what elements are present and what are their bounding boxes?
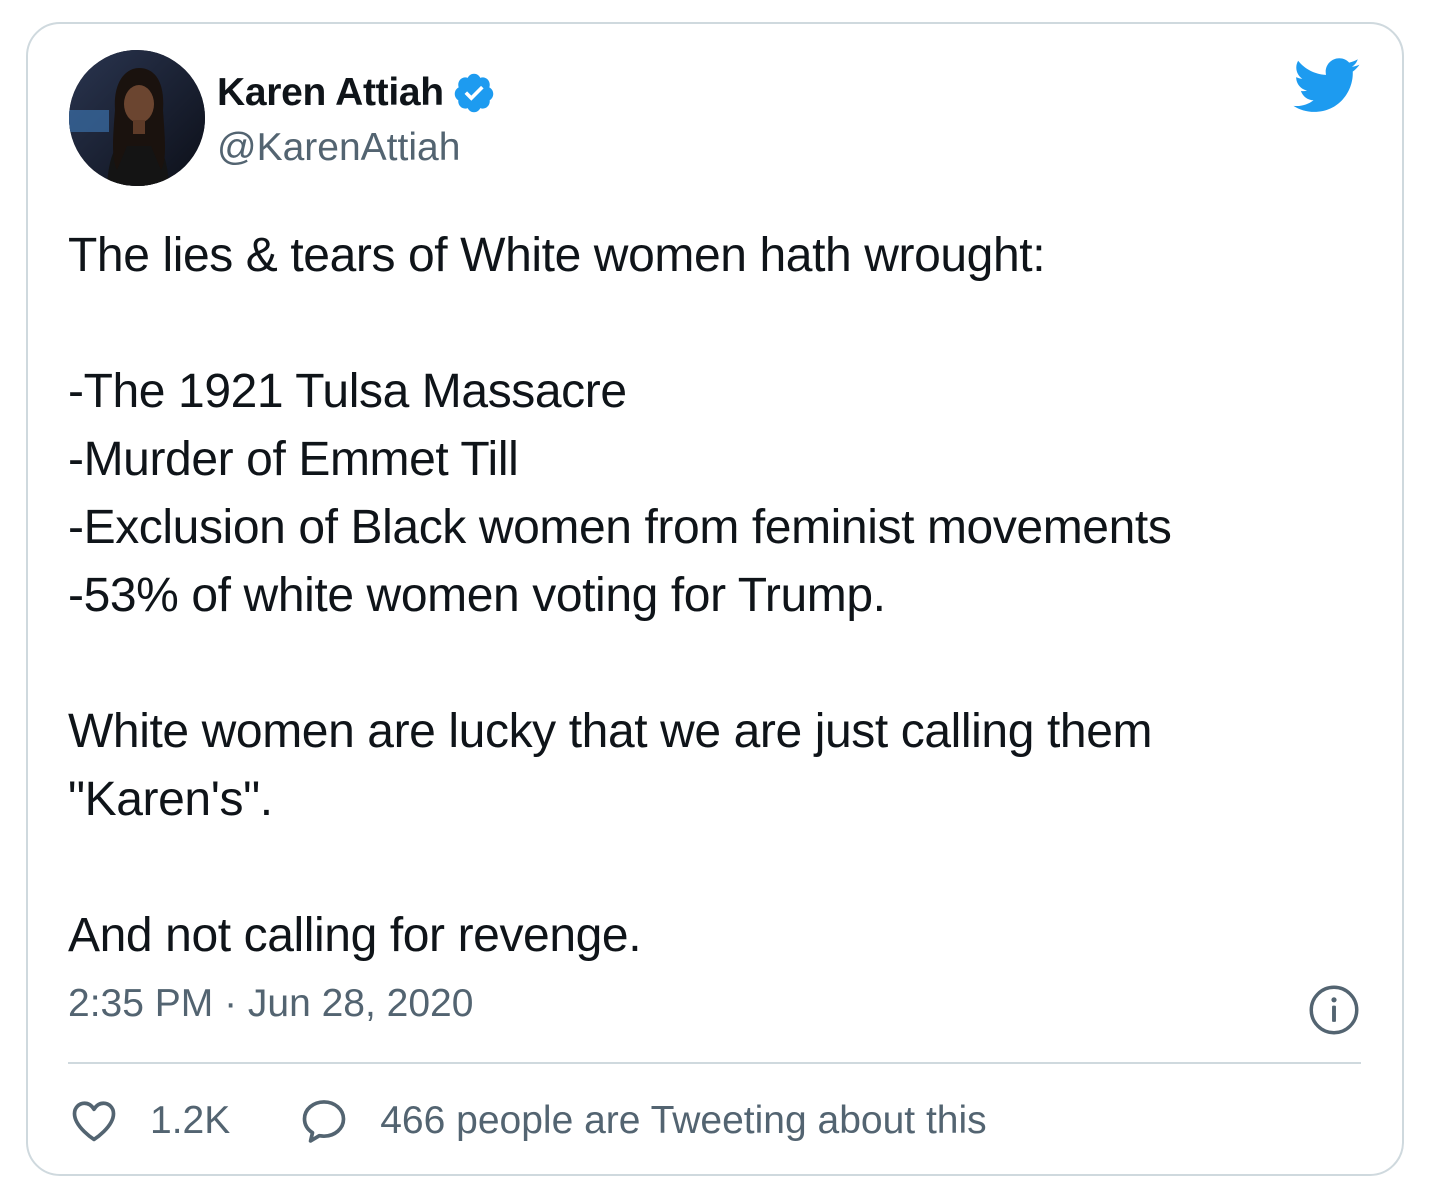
tweeting-about-link[interactable]: 466 people are Tweeting about this: [380, 1099, 986, 1143]
tweet-line-gap: [68, 834, 1368, 902]
speech-bubble-icon[interactable]: [298, 1095, 350, 1147]
tweet-line: -The 1921 Tulsa Massacre: [68, 365, 627, 418]
tweet-line: -Murder of Emmet Till: [68, 433, 519, 486]
tweet-line: "Karen's".: [68, 773, 273, 826]
author-avatar[interactable]: [69, 50, 205, 186]
tweet-line: -53% of white women voting for Trump.: [68, 569, 886, 622]
twitter-bird-icon[interactable]: [1293, 58, 1361, 114]
verified-badge-icon: [454, 73, 494, 113]
tweet-body: The lies & tears of White women hath wro…: [68, 222, 1368, 970]
tweet-line: White women are lucky that we are just c…: [68, 705, 1153, 758]
tweet-line-gap: [68, 290, 1368, 358]
tweet-timestamp[interactable]: 2:35 PM · Jun 28, 2020: [68, 982, 473, 1026]
heart-icon[interactable]: [68, 1095, 120, 1147]
divider: [68, 1062, 1361, 1064]
tweet-line: And not calling for revenge.: [68, 909, 642, 962]
tweet-actions: 1.2K 466 people are Tweeting about this: [68, 1092, 987, 1150]
tweet-line: -Exclusion of Black women from feminist …: [68, 501, 1172, 554]
info-icon[interactable]: [1308, 984, 1360, 1036]
tweet-line: The lies & tears of White women hath wro…: [68, 229, 1046, 282]
tweet-line-gap: [68, 630, 1368, 698]
author-display-name[interactable]: Karen Attiah: [217, 71, 444, 115]
like-count[interactable]: 1.2K: [150, 1099, 230, 1143]
author-handle[interactable]: @KarenAttiah: [217, 126, 460, 170]
author-name-row[interactable]: Karen Attiah: [217, 70, 496, 116]
